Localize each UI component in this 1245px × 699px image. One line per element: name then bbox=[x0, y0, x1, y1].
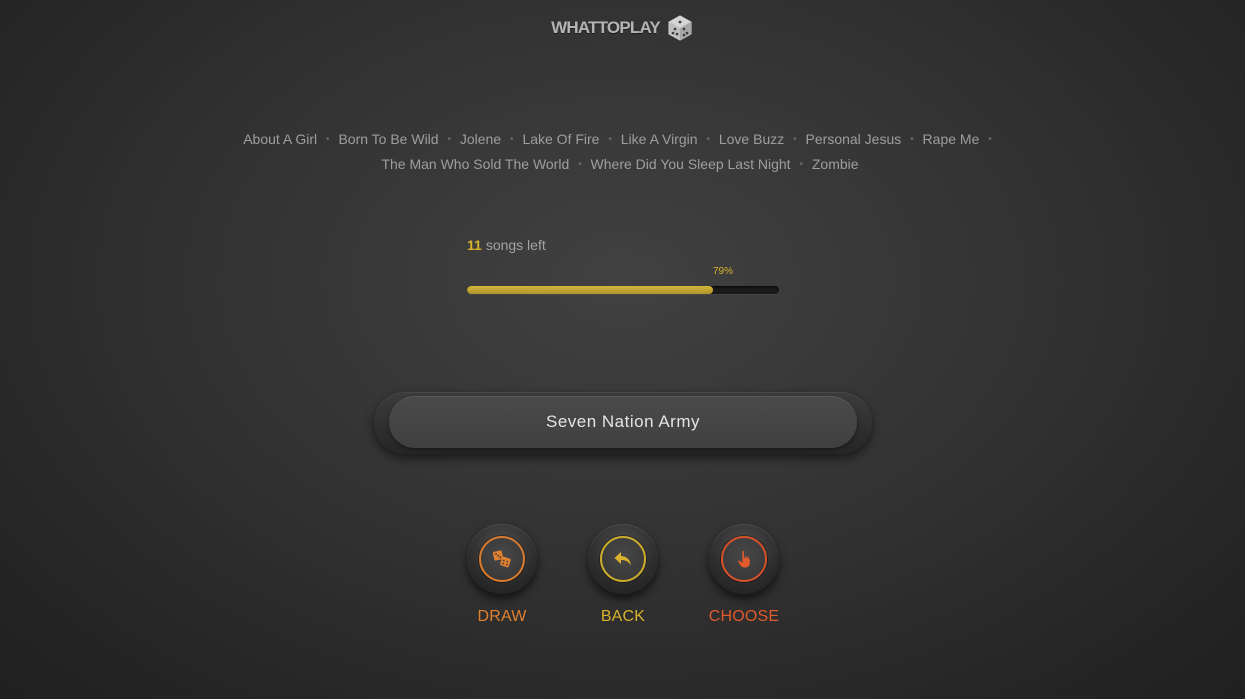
draw-button[interactable]: DRAW bbox=[447, 524, 557, 626]
song-item: Born To Be Wild bbox=[338, 131, 439, 147]
songs-left-count: 11 bbox=[467, 237, 482, 253]
reply-arrow-icon bbox=[613, 549, 633, 569]
song-item: Jolene bbox=[459, 131, 502, 147]
choose-ring bbox=[721, 536, 767, 582]
back-button[interactable]: BACK bbox=[568, 524, 678, 626]
draw-ring bbox=[479, 536, 525, 582]
pointing-hand-icon bbox=[734, 549, 754, 569]
progress-bar bbox=[467, 286, 779, 294]
app-logo: WHATTOPLAY bbox=[0, 14, 1245, 42]
song-separator: • bbox=[910, 134, 914, 145]
song-separator: • bbox=[510, 134, 514, 145]
back-ring bbox=[600, 536, 646, 582]
song-separator: • bbox=[608, 134, 612, 145]
choose-button[interactable]: CHOOSE bbox=[689, 524, 799, 626]
choose-label[interactable]: CHOOSE bbox=[689, 608, 799, 626]
song-item: Zombie bbox=[811, 156, 859, 172]
draw-knob[interactable] bbox=[467, 524, 537, 594]
song-separator: • bbox=[706, 134, 710, 145]
songs-left-label: songs left bbox=[485, 237, 546, 253]
song-item: Like A Virgin bbox=[620, 131, 698, 147]
song-item: Love Buzz bbox=[718, 131, 785, 147]
draw-label[interactable]: DRAW bbox=[447, 608, 557, 626]
back-knob[interactable] bbox=[588, 524, 658, 594]
back-label[interactable]: BACK bbox=[568, 608, 678, 626]
song-separator: • bbox=[988, 134, 992, 145]
song-separator: • bbox=[578, 159, 582, 170]
current-song-title: Seven Nation Army bbox=[389, 396, 857, 448]
song-item: Where Did You Sleep Last Night bbox=[590, 156, 791, 172]
logo-text: WHATTOPLAY bbox=[551, 18, 661, 37]
song-separator: • bbox=[799, 159, 803, 170]
dice-icon bbox=[492, 549, 512, 569]
song-item: The Man Who Sold The World bbox=[381, 156, 570, 172]
song-separator: • bbox=[326, 134, 330, 145]
song-separator: • bbox=[793, 134, 797, 145]
song-item: Lake Of Fire bbox=[522, 131, 600, 147]
song-separator: • bbox=[447, 134, 451, 145]
progress-percent: 79% bbox=[712, 266, 733, 277]
remaining-songs-list: About A Girl • Born To Be Wild • Jolene … bbox=[170, 128, 1070, 178]
songs-left-counter: 11 songs left bbox=[467, 237, 546, 253]
song-item: Personal Jesus bbox=[805, 131, 902, 147]
song-item: Rape Me bbox=[922, 131, 980, 147]
choose-knob[interactable] bbox=[709, 524, 779, 594]
dice-icon bbox=[666, 14, 694, 42]
song-item: About A Girl bbox=[243, 131, 318, 147]
current-song-display: Seven Nation Army bbox=[374, 392, 872, 454]
progress-fill bbox=[467, 286, 714, 294]
